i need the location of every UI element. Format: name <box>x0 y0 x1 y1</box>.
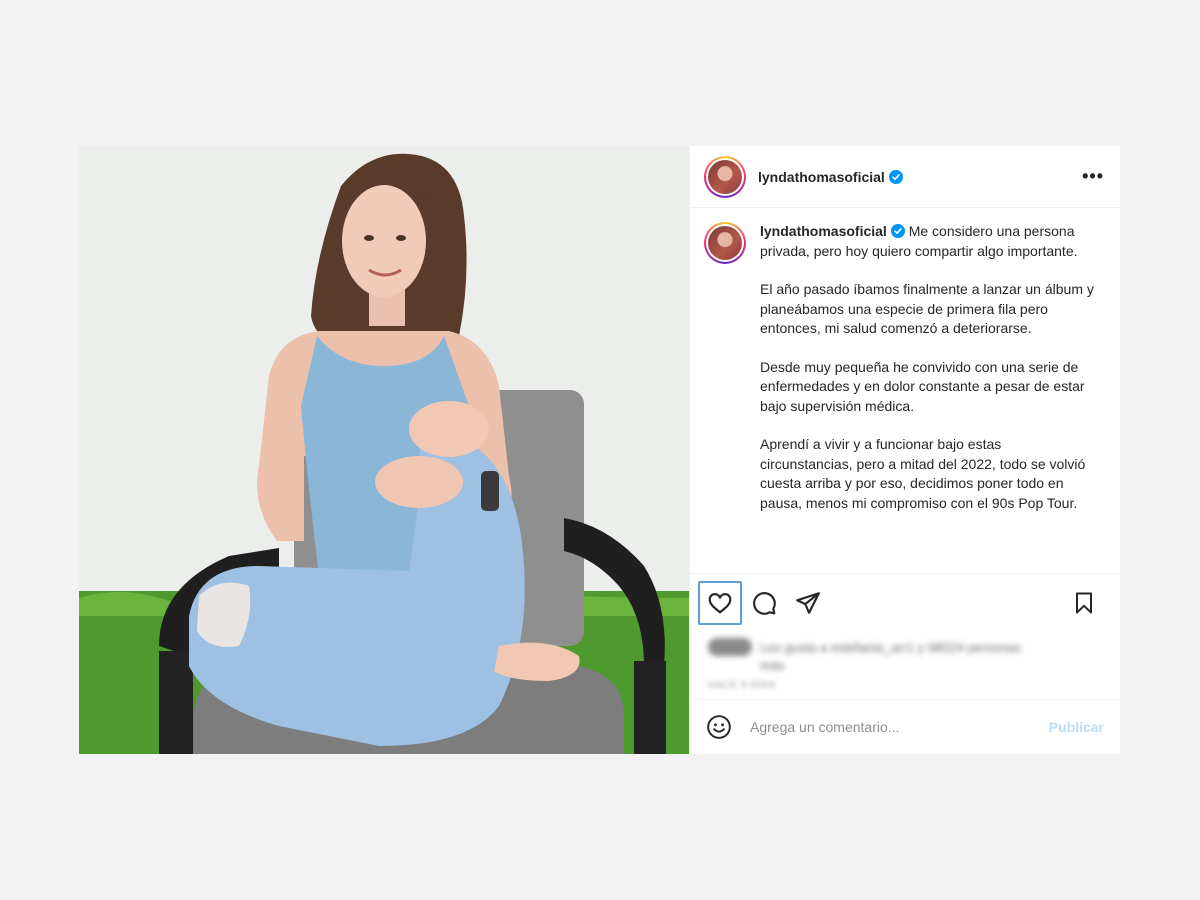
verified-badge-icon <box>888 169 903 184</box>
eye-right <box>396 235 406 241</box>
share-button[interactable] <box>786 581 830 625</box>
avatar[interactable] <box>704 155 746 198</box>
post-side-panel: lyndathomasoficial ••• lyndathomasoficia… <box>689 146 1120 754</box>
caption-paragraph-2: El año pasado íbamos finalmente a lanzar… <box>760 281 1094 336</box>
verified-badge-icon <box>890 224 905 238</box>
eye-left <box>364 235 374 241</box>
caption-avatar[interactable] <box>704 222 746 264</box>
watch <box>481 471 499 511</box>
post-photo-illustration <box>79 146 689 754</box>
share-icon <box>796 592 820 614</box>
jeans-rip <box>197 582 251 647</box>
caption-paragraph-4: Aprendí a vivir y a funcionar bajo estas… <box>760 436 1086 511</box>
liker-avatars <box>708 638 752 656</box>
caption-username[interactable]: lyndathomasoficial <box>760 223 887 239</box>
save-button[interactable] <box>1062 581 1106 625</box>
like-button[interactable] <box>698 581 742 625</box>
caption-paragraph-3: Desde muy pequeña he convivido con una s… <box>760 358 1085 414</box>
comment-button[interactable] <box>742 581 786 625</box>
face <box>342 185 426 297</box>
likes-text-more: más <box>760 658 785 673</box>
comment-icon <box>753 592 776 615</box>
more-options-icon[interactable]: ••• <box>1082 166 1104 187</box>
comment-input[interactable] <box>748 718 1049 736</box>
chair-leg-right <box>634 661 666 754</box>
instagram-post: lyndathomasoficial ••• lyndathomasoficia… <box>79 146 1120 754</box>
post-actions <box>690 574 1120 632</box>
likes-summary[interactable]: Les gusta a estefania_arr1 y 98024 perso… <box>708 638 1021 656</box>
caption-paragraph-1: lyndathomasoficial Me considero una pers… <box>760 222 1095 261</box>
publish-button[interactable]: Publicar <box>1049 719 1104 735</box>
chair-leg-left <box>159 651 193 754</box>
caption-avatar-image <box>708 226 742 260</box>
comment-bar: Publicar <box>690 699 1120 754</box>
caption-area: lyndathomasoficial Me considero una pers… <box>690 208 1120 574</box>
post-photo[interactable] <box>79 146 689 754</box>
likes-section: Les gusta a estefania_arr1 y 98024 perso… <box>690 632 1120 698</box>
hand-bottom <box>375 456 463 508</box>
bookmark-icon <box>1076 592 1092 614</box>
post-date: HACE 5 DÍAS <box>708 680 776 691</box>
hand-top <box>409 401 489 457</box>
heart-icon <box>708 593 732 614</box>
caption-text: lyndathomasoficial Me considero una pers… <box>760 222 1095 573</box>
emoji-button[interactable] <box>706 714 732 740</box>
emoji-icon <box>707 715 731 739</box>
header-username[interactable]: lyndathomasoficial <box>758 169 885 185</box>
avatar-image <box>708 159 742 194</box>
likes-text: Les gusta a estefania_arr1 y 98024 perso… <box>760 639 1021 655</box>
post-header: lyndathomasoficial ••• <box>690 146 1120 208</box>
